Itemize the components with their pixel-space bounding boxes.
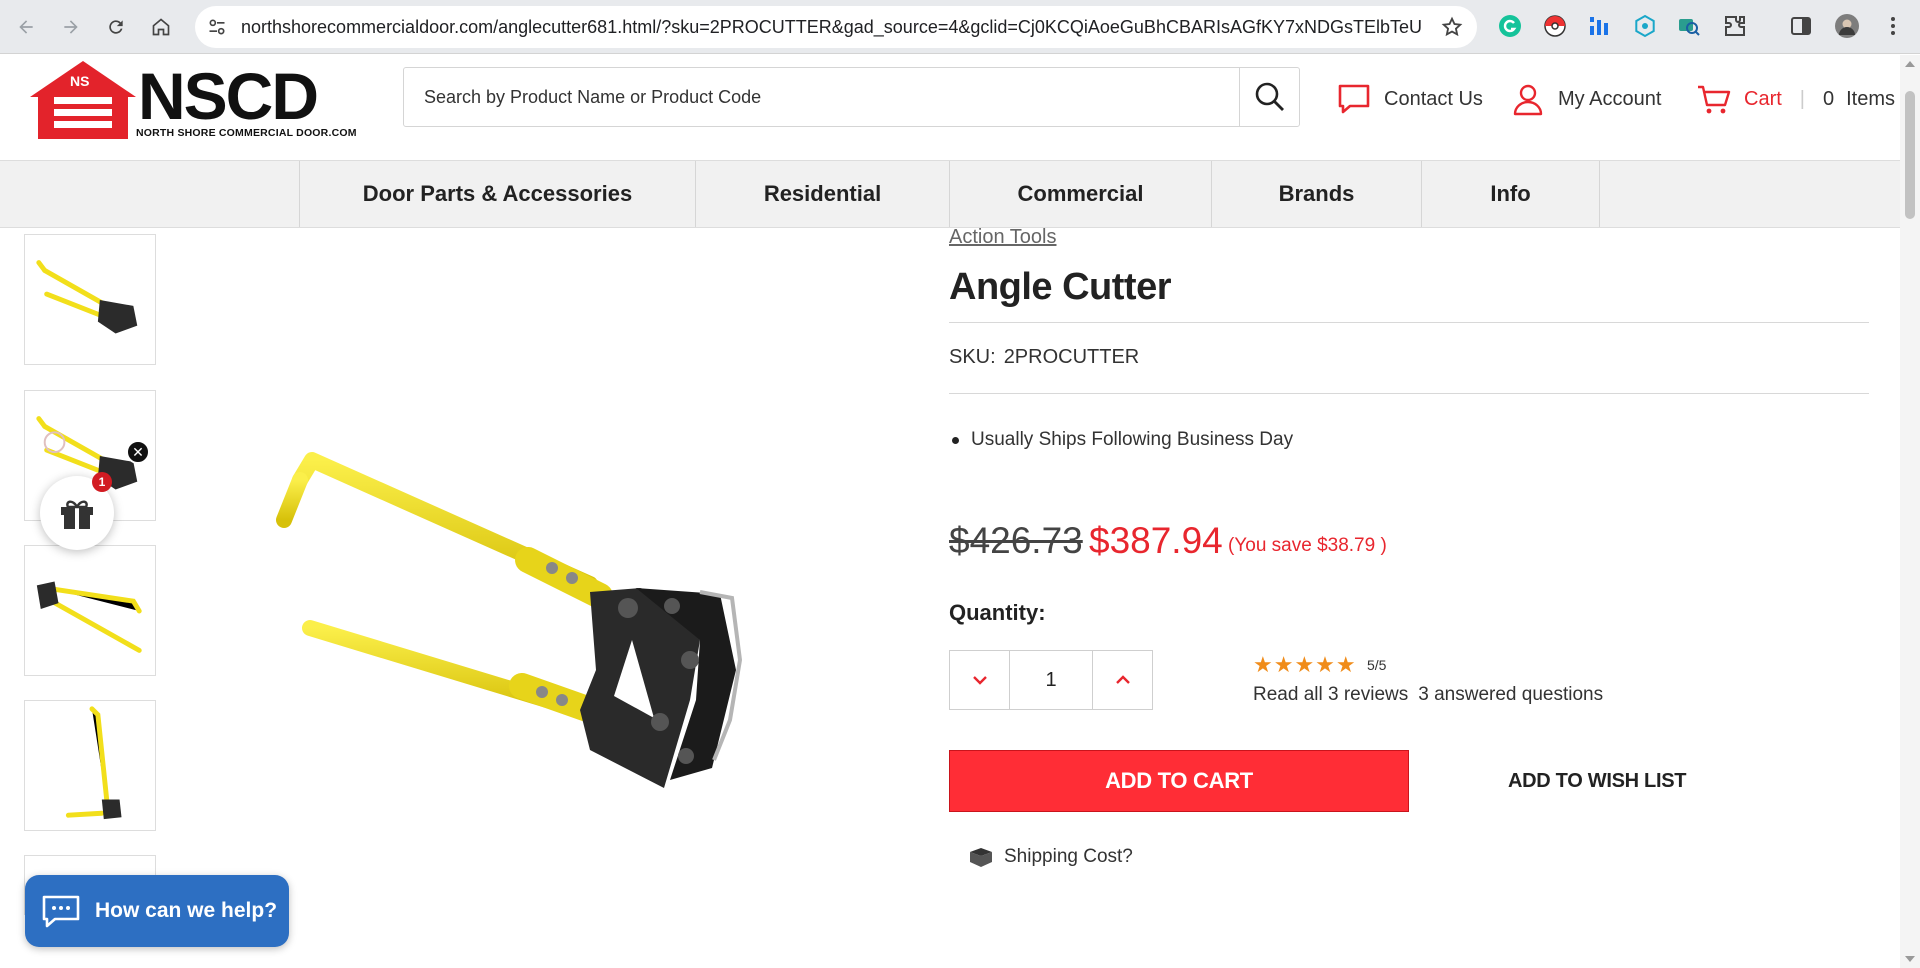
search-input[interactable] — [404, 68, 1240, 126]
contact-us-label: Contact Us — [1384, 87, 1483, 110]
gift-notification-badge: 1 — [92, 472, 112, 492]
increase-quantity-button[interactable] — [1093, 651, 1152, 709]
cart-link[interactable]: Cart | 0 Items — [1696, 81, 1895, 117]
scroll-down-icon[interactable] — [1905, 956, 1915, 962]
scroll-up-icon[interactable] — [1905, 61, 1915, 67]
box-icon — [970, 848, 992, 867]
nav-commercial[interactable]: Commercial — [949, 161, 1211, 227]
brand-link[interactable]: Action Tools — [949, 226, 1056, 249]
logo-initials: NS — [70, 73, 90, 89]
back-icon[interactable] — [10, 11, 42, 43]
site-header: NS NSCD NORTH SHORE COMMERCIAL DOOR.COM … — [0, 55, 1900, 160]
sku-row: SKU: 2PROCUTTER — [949, 346, 1139, 369]
chevron-down-icon — [972, 676, 987, 685]
chat-icon — [42, 895, 80, 928]
shipping-cost-label: Shipping Cost? — [1004, 846, 1133, 867]
cart-count: 0 — [1823, 87, 1835, 110]
ai-extension-icon[interactable] — [1632, 13, 1658, 39]
savings-text: (You save $38.79 ) — [1228, 535, 1387, 556]
search-bar — [403, 67, 1300, 127]
garage-logo-icon — [30, 61, 136, 139]
pokeball-extension-icon[interactable] — [1542, 13, 1568, 39]
product-thumbnail-1[interactable] — [24, 234, 156, 365]
page-scrollbar[interactable] — [1900, 55, 1920, 968]
angle-cutter-main-image[interactable] — [260, 420, 840, 820]
cart-icon — [1698, 85, 1731, 114]
sale-price: $387.94 — [1089, 520, 1223, 561]
chat-help-label: How can we help? — [95, 899, 278, 922]
nav-brands[interactable]: Brands — [1211, 161, 1421, 227]
site-settings-icon[interactable] — [207, 17, 227, 37]
product-thumbnail-3[interactable] — [24, 545, 156, 676]
answered-questions-link[interactable]: 3 answered questions — [1418, 684, 1603, 705]
product-title: Angle Cutter — [949, 266, 1172, 308]
my-account-link[interactable]: My Account — [1510, 81, 1661, 117]
gift-icon — [61, 500, 93, 529]
angle-cutter-thumbnail-image — [36, 260, 138, 334]
nav-info[interactable]: Info — [1421, 161, 1600, 227]
site-logo[interactable]: NS NSCD NORTH SHORE COMMERCIAL DOOR.COM — [28, 59, 356, 139]
browser-menu-icon[interactable] — [1880, 13, 1906, 39]
forward-icon[interactable] — [55, 11, 87, 43]
my-account-label: My Account — [1558, 87, 1662, 110]
scrollbar-thumb[interactable] — [1905, 91, 1915, 219]
chevron-up-icon — [1115, 675, 1130, 684]
search-icon — [1255, 82, 1284, 111]
home-icon[interactable] — [145, 11, 177, 43]
chat-bubble-icon — [1338, 84, 1370, 114]
decrease-quantity-button[interactable] — [950, 651, 1009, 709]
side-panel-icon[interactable] — [1788, 13, 1814, 39]
sku-label: SKU: — [949, 346, 996, 368]
shipping-cost-link[interactable]: Shipping Cost? — [968, 846, 1133, 868]
extensions-puzzle-icon[interactable] — [1722, 13, 1748, 39]
reviews-row: Read all 3 reviews 3 answered questions — [1253, 684, 1603, 706]
bookmark-star-icon[interactable] — [1441, 16, 1463, 38]
browser-toolbar: northshorecommercialdoor.com/anglecutter… — [0, 0, 1920, 54]
angle-cutter-thumbnail-image — [65, 706, 122, 820]
nav-residential[interactable]: Residential — [695, 161, 949, 227]
cart-label: Cart — [1744, 87, 1782, 110]
analytics-extension-icon[interactable] — [1586, 13, 1612, 39]
divider — [949, 322, 1869, 323]
add-to-wishlist-button[interactable]: ADD TO WISH LIST — [1508, 770, 1686, 793]
original-price: $426.73 — [949, 520, 1083, 561]
quantity-stepper: 1 — [949, 650, 1153, 710]
shipping-note-text: Usually Ships Following Business Day — [971, 429, 1294, 450]
url-text[interactable]: northshorecommercialdoor.com/anglecutter… — [241, 17, 1421, 38]
cart-divider: | — [1799, 87, 1805, 110]
rating-score: 5/5 — [1367, 657, 1387, 673]
nav-door-parts[interactable]: Door Parts & Accessories — [299, 161, 695, 227]
read-reviews-link[interactable]: Read all 3 reviews — [1253, 684, 1408, 705]
logo-wordmark: NSCD — [138, 59, 319, 133]
cart-items-label: Items — [1846, 87, 1896, 110]
sku-value: 2PROCUTTER — [1003, 346, 1140, 368]
address-bar[interactable]: northshorecommercialdoor.com/anglecutter… — [195, 6, 1477, 48]
category-nav: Door Parts & Accessories Residential Com… — [0, 160, 1900, 228]
search-extension-icon[interactable] — [1676, 13, 1702, 39]
user-icon — [1513, 84, 1543, 116]
chat-help-button[interactable]: How can we help? — [25, 875, 289, 947]
divider — [949, 393, 1869, 394]
bullet-icon — [952, 436, 959, 444]
profile-avatar[interactable] — [1834, 13, 1860, 39]
rating-stars: ★★★★★ — [1253, 652, 1357, 677]
angle-cutter-thumbnail-image — [36, 581, 142, 653]
logo-subtitle: NORTH SHORE COMMERCIAL DOOR.COM — [136, 127, 357, 139]
quantity-label: Quantity: — [949, 600, 1046, 625]
grammarly-extension-icon[interactable] — [1497, 13, 1523, 39]
close-icon[interactable]: ✕ — [126, 440, 150, 464]
search-button[interactable] — [1239, 68, 1299, 126]
product-thumbnail-4[interactable] — [24, 700, 156, 831]
contact-us-link[interactable]: Contact Us — [1336, 81, 1483, 117]
shipping-note: Usually Ships Following Business Day — [952, 429, 1293, 451]
add-to-cart-button[interactable]: ADD TO CART — [949, 750, 1409, 812]
quantity-input[interactable]: 1 — [1009, 651, 1093, 709]
reload-icon[interactable] — [100, 11, 132, 43]
